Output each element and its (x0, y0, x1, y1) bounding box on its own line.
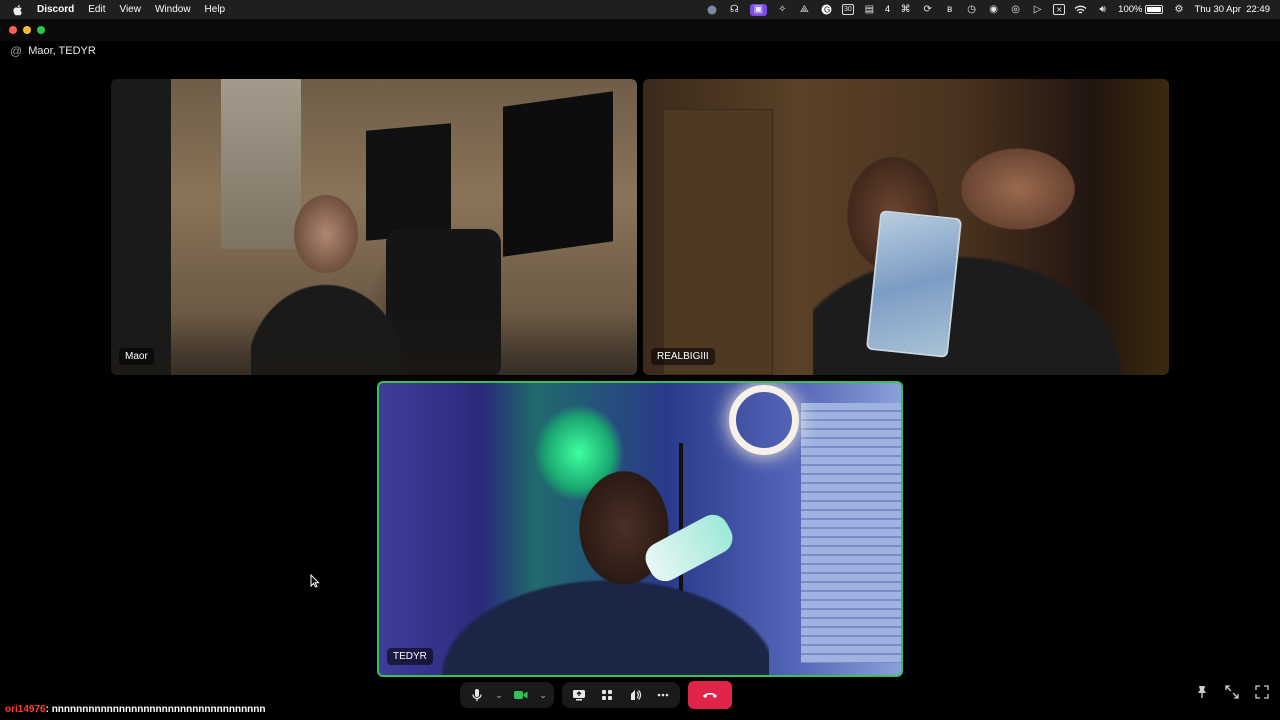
video-tile-realbigiii[interactable]: REALBIGIII (643, 79, 1169, 375)
chat-message: : nnnnnnnnnnnnnnnnnnnnnnnnnnnnnnnnnnn (45, 704, 266, 715)
door (663, 109, 773, 375)
minimize-window-button[interactable] (23, 26, 31, 34)
participant-name-label: TEDYR (387, 648, 433, 665)
menu-view[interactable]: View (119, 4, 141, 15)
battery-icon (1145, 5, 1164, 14)
screen-share-icon[interactable] (568, 684, 590, 706)
menubar-datetime[interactable]: Thu 30 Apr 22:49 (1194, 4, 1270, 15)
view-controls (1194, 684, 1270, 700)
window-titlebar (0, 19, 1280, 41)
phone-hangup-icon (703, 693, 717, 698)
clock-icon[interactable]: ◷ (965, 4, 978, 16)
notes-icon[interactable]: ▤ (863, 4, 876, 16)
bluetooth-icon[interactable]: ʙ (943, 4, 956, 16)
svg-text:G: G (824, 6, 830, 15)
grammar-icon[interactable]: G (820, 4, 833, 16)
headphones-icon[interactable]: ☊ (728, 4, 741, 16)
zoom-window-button[interactable] (37, 26, 45, 34)
calendar-icon[interactable]: 30 (841, 4, 854, 15)
camera-icon[interactable] (510, 684, 532, 706)
participant-video (409, 438, 769, 675)
call-controls: ⌄ ⌄ (460, 681, 732, 709)
menu-help[interactable]: Help (205, 4, 226, 15)
acoustic-panel (503, 91, 613, 257)
battery-indicator[interactable]: 100% (1118, 4, 1164, 15)
desk-shadow (111, 314, 637, 375)
fullscreen-icon[interactable] (1254, 684, 1270, 700)
stream-chat-overlay: ori14976: nnnnnnnnnnnnnnnnnnnnnnnnnnnnnn… (5, 704, 266, 715)
menu-edit[interactable]: Edit (88, 4, 105, 15)
chevron-down-icon[interactable]: ⌄ (538, 684, 548, 706)
menu-window[interactable]: Window (155, 4, 191, 15)
rocket-icon[interactable]: ⟁ (798, 4, 811, 16)
pin-icon[interactable] (1194, 684, 1210, 700)
video-tile-tedyr[interactable]: TEDYR (377, 381, 903, 677)
disconnect-button[interactable] (688, 681, 732, 709)
dot-icon[interactable] (706, 4, 719, 16)
activity-group (562, 682, 680, 708)
participant-name-label: REALBIGIII (651, 348, 715, 365)
wifi-icon[interactable] (1074, 4, 1087, 16)
battery-percent: 100% (1118, 4, 1143, 15)
chevron-down-icon[interactable]: ⌄ (494, 684, 504, 706)
menu-app-name[interactable]: Discord (37, 4, 74, 15)
apple-icon[interactable] (12, 4, 23, 16)
chat-username: ori14976 (5, 704, 46, 715)
more-options-icon[interactable] (652, 684, 674, 706)
volume-icon[interactable]: 🔊︎ (1096, 4, 1109, 16)
sync-icon[interactable]: ⟳ (921, 4, 934, 16)
call-title: Maor, TEDYR (28, 45, 96, 57)
window-controls (9, 26, 45, 34)
play-icon[interactable]: ▷ (1031, 4, 1044, 16)
screen-record-icon[interactable]: ▣ (749, 3, 767, 16)
x-icon[interactable]: ✕ (1053, 4, 1066, 15)
notes-count: 4 (884, 4, 891, 15)
at-icon: @ (10, 44, 23, 58)
macos-menu-bar: Discord Edit View Window Help ☊ ▣ ✧ ⟁ G … (0, 0, 1280, 19)
audio-video-group: ⌄ ⌄ (460, 682, 554, 708)
pop-out-icon[interactable] (1224, 684, 1240, 700)
mouse-cursor-icon (310, 574, 320, 588)
activities-icon[interactable] (596, 684, 618, 706)
window-blinds (801, 403, 901, 663)
sparkle-icon[interactable]: ✧ (776, 4, 789, 16)
vpn-icon[interactable]: ◎ (1009, 4, 1022, 16)
close-window-button[interactable] (9, 26, 17, 34)
hand (943, 139, 1093, 239)
microphone-icon[interactable] (466, 684, 488, 706)
call-header: @ Maor, TEDYR (10, 44, 96, 58)
soundboard-icon[interactable] (624, 684, 646, 706)
participant-name-label: Maor (119, 348, 154, 365)
control-center-icon[interactable]: ⚙ (1172, 4, 1185, 16)
video-tile-maor[interactable]: Maor (111, 79, 637, 375)
command-icon[interactable]: ⌘ (899, 4, 912, 16)
eye-icon[interactable]: ◉ (987, 4, 1000, 16)
